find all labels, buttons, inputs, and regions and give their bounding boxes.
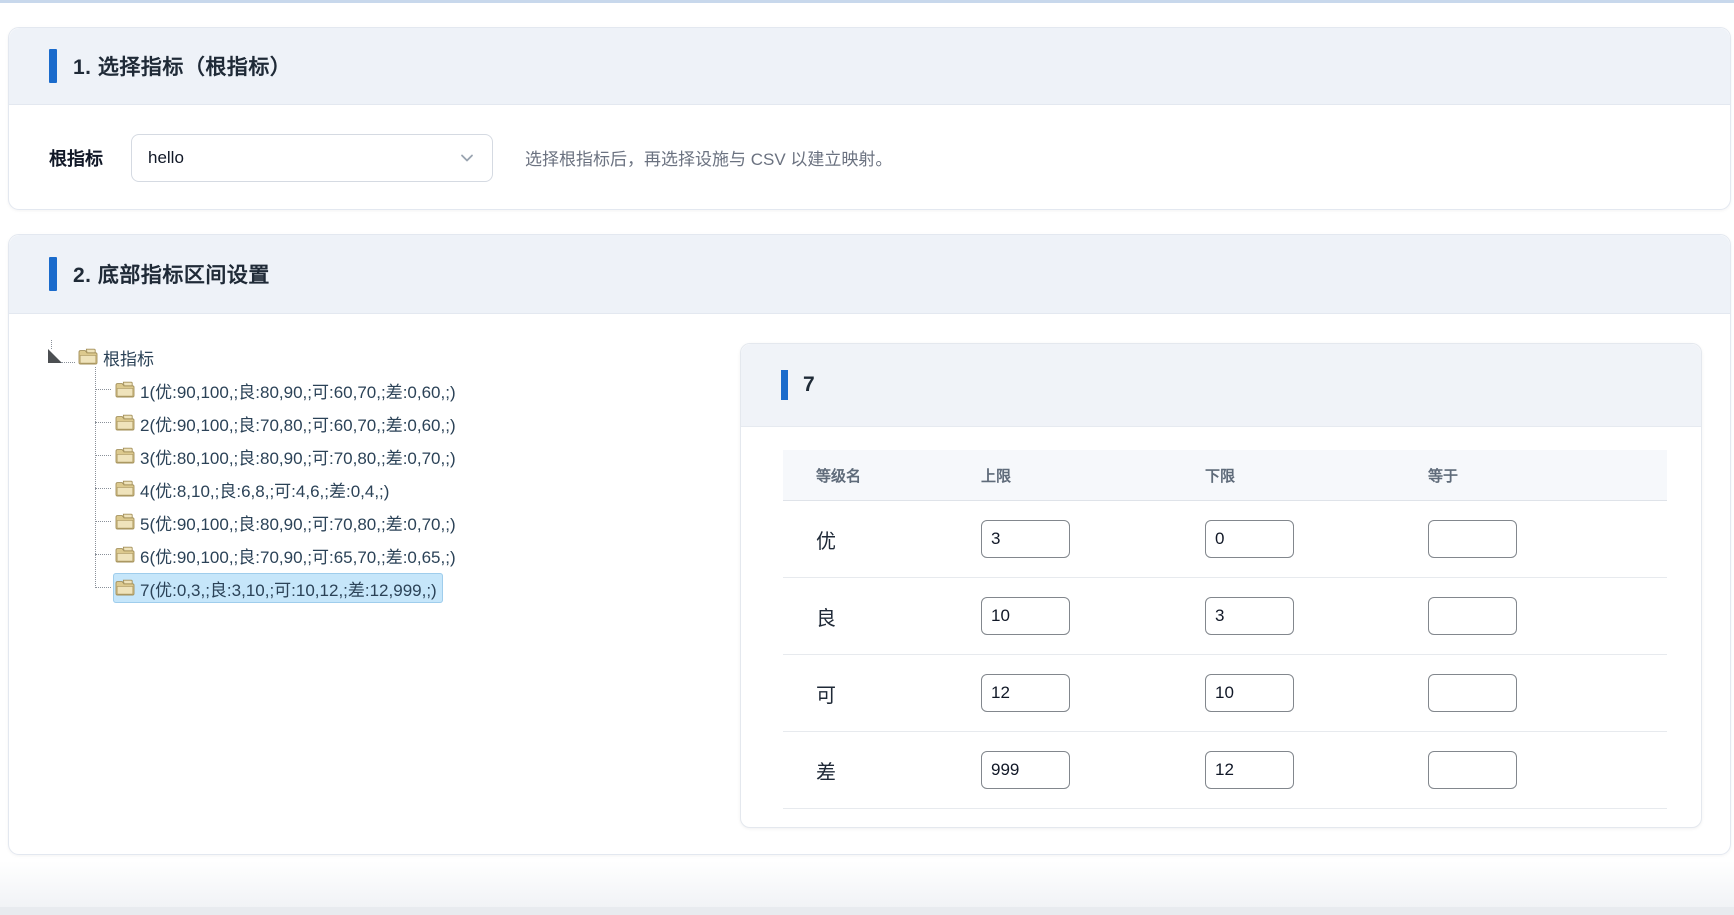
- col-header-grade: 等级名: [783, 465, 981, 486]
- select-hint-text: 选择根指标后，再选择设施与 CSV 以建立映射。: [525, 145, 892, 170]
- folder-icon: [115, 381, 135, 398]
- tree-node-7[interactable]: 7(优:0,3,;良:3,10,;可:10,12,;差:12,999,;): [95, 571, 462, 604]
- grade-panel-title: 7: [803, 373, 815, 397]
- tree-node-root[interactable]: 根指标: [46, 340, 462, 373]
- tree-node-2[interactable]: 2(优:90,100,;良:70,80,;可:60,70,;差:0,60,;): [95, 406, 462, 439]
- tree-node-label: 5(优:90,100,;良:80,90,;可:70,80,;差:0,70,;): [140, 509, 456, 535]
- tree-node-1[interactable]: 1(优:90,100,;良:80,90,;可:60,70,;差:0,60,;): [95, 373, 462, 406]
- section2-title: 2. 底部指标区间设置: [73, 259, 270, 289]
- section-select-indicator: 1. 选择指标（根指标） 根指标 hello 选择根指标后，再选择设施与 CSV…: [8, 27, 1731, 210]
- lower-limit-input[interactable]: [1205, 674, 1294, 712]
- folder-icon: [115, 546, 135, 563]
- folder-icon: [115, 414, 135, 431]
- grade-label: 优: [783, 525, 981, 554]
- folder-icon: [115, 447, 135, 464]
- tree-node-label: 1(优:90,100,;良:80,90,;可:60,70,;差:0,60,;): [140, 377, 456, 403]
- bottom-strip: [0, 907, 1734, 915]
- tree-node-selected[interactable]: 7(优:0,3,;良:3,10,;可:10,12,;差:12,999,;): [113, 573, 443, 603]
- tree-node-label: 根指标: [103, 344, 154, 370]
- table-row-poor: 差: [783, 732, 1667, 809]
- section1-header: 1. 选择指标（根指标）: [9, 28, 1730, 105]
- tree-node-3[interactable]: 3(优:80,100,;良:80,90,;可:70,80,;差:0,70,;): [95, 439, 462, 472]
- equal-input[interactable]: [1428, 751, 1517, 789]
- accent-bar: [49, 257, 57, 291]
- section2-body: 根指标 1(优:90,100,;良:80,90,;可:60,70,;差:0,60…: [9, 314, 1730, 852]
- tree-node-label: 2(优:90,100,;良:70,80,;可:60,70,;差:0,60,;): [140, 410, 456, 436]
- equal-input[interactable]: [1428, 520, 1517, 558]
- col-header-upper: 上限: [981, 465, 1205, 486]
- tree-children: 1(优:90,100,;良:80,90,;可:60,70,;差:0,60,;) …: [95, 373, 462, 604]
- lower-limit-input[interactable]: [1205, 751, 1294, 789]
- root-indicator-select[interactable]: hello: [131, 134, 493, 182]
- tree-node[interactable]: 3(优:80,100,;良:80,90,;可:70,80,;差:0,70,;): [113, 441, 462, 471]
- folder-icon: [115, 513, 135, 530]
- table-row-acceptable: 可: [783, 655, 1667, 732]
- grade-table-header: 等级名 上限 下限 等于: [783, 450, 1667, 501]
- tree-node[interactable]: 5(优:90,100,;良:80,90,;可:70,80,;差:0,70,;): [113, 507, 462, 537]
- tree-expand-icon[interactable]: [46, 340, 76, 373]
- tree-node[interactable]: 6(优:90,100,;良:70,90,;可:65,70,;差:0,65,;): [113, 540, 462, 570]
- upper-limit-input[interactable]: [981, 597, 1070, 635]
- grade-panel-header: 7: [741, 344, 1701, 427]
- upper-limit-input[interactable]: [981, 674, 1070, 712]
- table-row-excellent: 优: [783, 501, 1667, 578]
- root-indicator-label: 根指标: [49, 145, 103, 171]
- tree-node-label: 6(优:90,100,;良:70,90,;可:65,70,;差:0,65,;): [140, 542, 456, 568]
- section2-header: 2. 底部指标区间设置: [9, 235, 1730, 314]
- tree-node-label: 7(优:0,3,;良:3,10,;可:10,12,;差:12,999,;): [140, 575, 437, 601]
- tree-node-label: 4(优:8,10,;良:6,8,;可:4,6,;差:0,4,;): [140, 476, 389, 502]
- grade-panel: 7 等级名 上限 下限 等于 优: [740, 343, 1702, 828]
- upper-limit-input[interactable]: [981, 751, 1070, 789]
- tree-node-5[interactable]: 5(优:90,100,;良:80,90,;可:70,80,;差:0,70,;): [95, 505, 462, 538]
- section1-body: 根指标 hello 选择根指标后，再选择设施与 CSV 以建立映射。: [9, 105, 1730, 210]
- col-header-equal: 等于: [1428, 465, 1667, 486]
- grade-label: 差: [783, 756, 981, 785]
- root-indicator-select-value: hello: [148, 148, 184, 168]
- grade-label: 良: [783, 602, 981, 631]
- upper-limit-input[interactable]: [981, 520, 1070, 558]
- section-interval-settings: 2. 底部指标区间设置 根指标 1(优:90,100,;良:80,90,;可:6…: [8, 234, 1731, 855]
- table-row-good: 良: [783, 578, 1667, 655]
- tree-node-label: 3(优:80,100,;良:80,90,;可:70,80,;差:0,70,;): [140, 443, 456, 469]
- lower-limit-input[interactable]: [1205, 597, 1294, 635]
- tree-node-4[interactable]: 4(优:8,10,;良:6,8,;可:4,6,;差:0,4,;): [95, 472, 462, 505]
- folder-icon: [115, 480, 135, 497]
- grade-panel-body: 等级名 上限 下限 等于 优 良: [741, 427, 1701, 809]
- folder-icon: [78, 348, 98, 365]
- accent-bar: [49, 49, 57, 83]
- bottom-fade: [0, 861, 1734, 907]
- col-header-lower: 下限: [1205, 465, 1428, 486]
- equal-input[interactable]: [1428, 597, 1517, 635]
- tree-root-node[interactable]: 根指标: [76, 342, 160, 372]
- tree-node[interactable]: 4(优:8,10,;良:6,8,;可:4,6,;差:0,4,;): [113, 474, 395, 504]
- tree-node[interactable]: 1(优:90,100,;良:80,90,;可:60,70,;差:0,60,;): [113, 375, 462, 405]
- grade-table: 等级名 上限 下限 等于 优 良: [783, 450, 1667, 809]
- accent-bar: [781, 370, 788, 400]
- indicator-tree: 根指标 1(优:90,100,;良:80,90,;可:60,70,;差:0,60…: [46, 340, 462, 604]
- top-border-line: [0, 0, 1734, 3]
- chevron-down-icon: [458, 149, 476, 167]
- grade-label: 可: [783, 679, 981, 708]
- lower-limit-input[interactable]: [1205, 520, 1294, 558]
- equal-input[interactable]: [1428, 674, 1517, 712]
- folder-icon: [115, 579, 135, 596]
- section1-title: 1. 选择指标（根指标）: [73, 51, 291, 81]
- tree-node[interactable]: 2(优:90,100,;良:70,80,;可:60,70,;差:0,60,;): [113, 408, 462, 438]
- tree-node-6[interactable]: 6(优:90,100,;良:70,90,;可:65,70,;差:0,65,;): [95, 538, 462, 571]
